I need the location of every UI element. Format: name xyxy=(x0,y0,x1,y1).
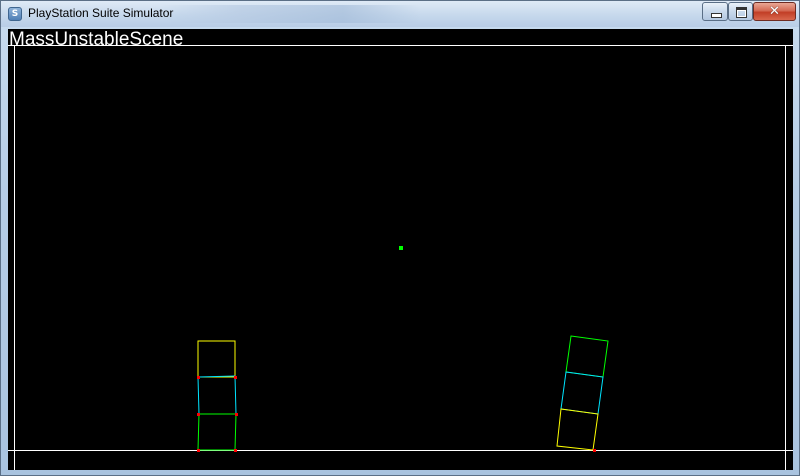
right-stack-box-middle xyxy=(560,371,604,415)
left-stack-box-middle xyxy=(197,375,237,415)
contact-point xyxy=(234,449,237,452)
app-icon[interactable]: S xyxy=(8,7,22,21)
contact-point xyxy=(197,376,200,379)
left-stack-box-bottom xyxy=(197,413,237,451)
contact-point xyxy=(234,376,237,379)
contact-point xyxy=(197,413,200,416)
physics-scene xyxy=(8,45,793,470)
scene-name-label: MassUnstableScene xyxy=(9,29,184,50)
maximize-icon xyxy=(736,7,747,18)
left-stack-box-top xyxy=(197,340,236,378)
right-stack-box-bottom xyxy=(556,408,599,451)
minimize-icon xyxy=(711,13,722,18)
title-bar[interactable]: S PlayStation Suite Simulator ✕ xyxy=(1,1,799,27)
contact-point xyxy=(235,413,238,416)
close-icon: ✕ xyxy=(769,4,780,19)
right-stack-box-top xyxy=(565,335,609,378)
close-button[interactable]: ✕ xyxy=(753,2,796,21)
simulation-viewport[interactable]: MassUnstableScene xyxy=(8,29,793,470)
center-marker xyxy=(399,246,403,250)
contact-point xyxy=(593,449,596,452)
window-title: PlayStation Suite Simulator xyxy=(28,6,174,20)
maximize-button[interactable] xyxy=(728,2,753,21)
simulator-window: S PlayStation Suite Simulator ✕ MassUnst… xyxy=(0,0,800,476)
contact-point xyxy=(197,449,200,452)
minimize-button[interactable] xyxy=(702,2,728,21)
title-bar-reflection xyxy=(161,5,421,23)
